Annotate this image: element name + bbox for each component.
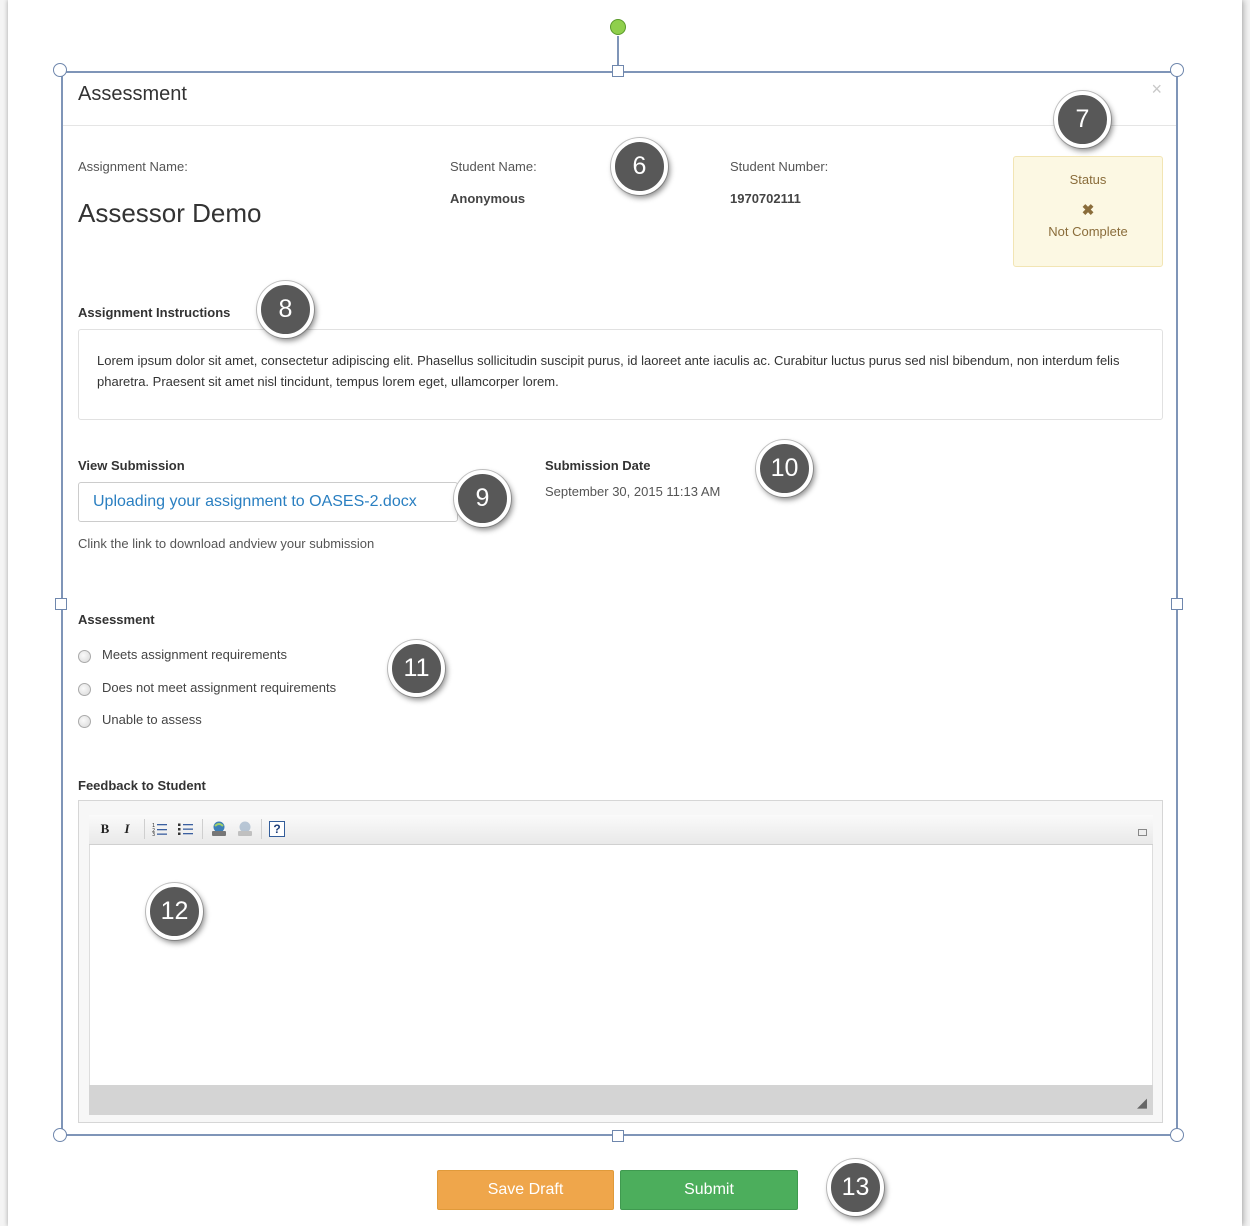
toolbar-divider [144, 819, 145, 839]
radio-button[interactable] [78, 649, 91, 663]
status-title: Status [1069, 172, 1107, 187]
resize-handle-top-right[interactable] [1170, 63, 1184, 77]
feedback-label: Feedback to Student [78, 778, 206, 793]
ordered-list-icon[interactable]: 123 [150, 818, 170, 840]
resize-handle-left[interactable] [55, 598, 67, 610]
status-value: Not Complete [1048, 224, 1128, 239]
collapse-toolbar-icon[interactable] [1138, 829, 1147, 836]
radio-label: Meets assignment requirements [102, 646, 287, 662]
x-mark-icon: ✖ [1081, 202, 1095, 219]
radio-label: Does not meet assignment requirements [102, 679, 337, 695]
close-icon[interactable]: × [1151, 79, 1162, 100]
radio-label: Unable to assess [102, 711, 202, 727]
assessment-option-not-meet[interactable]: Does not meet assignment requirements [78, 676, 336, 698]
assessment-option-meets[interactable]: Meets assignment requirements [78, 643, 287, 665]
callout-8: 8 [257, 281, 314, 338]
rotate-handle[interactable] [610, 19, 626, 35]
editor-statusbar: ◢ [89, 1085, 1153, 1115]
callout-6: 6 [611, 138, 668, 195]
submission-date-label: Submission Date [545, 458, 651, 473]
assessment-modal: Assessment × Assignment Name: Assessor D… [63, 73, 1176, 1134]
assignment-name-label: Assignment Name: [78, 159, 188, 174]
assessment-option-unable[interactable]: Unable to assess [78, 708, 202, 730]
student-name-value: Anonymous [450, 191, 526, 206]
instructions-label: Assignment Instructions [78, 305, 231, 320]
submit-button[interactable]: Submit [620, 1170, 798, 1210]
unordered-list-icon[interactable] [176, 818, 196, 840]
svg-text:3: 3 [152, 832, 155, 836]
resize-handle-right[interactable] [1171, 598, 1183, 610]
toolbar-divider [202, 819, 203, 839]
callout-12: 12 [146, 883, 203, 940]
help-icon[interactable]: ? [267, 818, 287, 840]
status-panel: Status ✖ Not Complete [1013, 156, 1163, 267]
unlink-icon[interactable] [235, 818, 255, 840]
instructions-text: Lorem ipsum dolor sit amet, consectetur … [78, 329, 1163, 420]
callout-10: 10 [756, 440, 813, 497]
resize-handle-top[interactable] [612, 65, 624, 77]
toolbar-divider [261, 819, 262, 839]
student-number-value: 1970702111 [730, 191, 801, 206]
bold-button[interactable]: B [95, 818, 115, 840]
save-draft-button[interactable]: Save Draft [437, 1170, 614, 1210]
radio-button[interactable] [78, 682, 91, 696]
student-name-label: Student Name: [450, 159, 537, 174]
modal-title: Assessment [78, 83, 187, 105]
submission-link-field[interactable]: Uploading your assignment to OASES-2.doc… [78, 482, 458, 522]
callout-11: 11 [388, 640, 445, 697]
resize-handle-bottom-right[interactable] [1170, 1128, 1184, 1142]
feedback-editor: B I 123 ? ◢ [78, 800, 1163, 1123]
submission-date-value: September 30, 2015 11:13 AM [545, 484, 721, 499]
radio-button[interactable] [78, 714, 91, 728]
callout-7: 7 [1054, 91, 1111, 148]
student-number-label: Student Number: [730, 159, 829, 174]
assessment-label: Assessment [78, 612, 155, 627]
callout-13: 13 [827, 1159, 884, 1216]
help-glyph: ? [269, 821, 285, 837]
submission-link[interactable]: Uploading your assignment to OASES-2.doc… [93, 493, 417, 510]
resize-grip-icon[interactable]: ◢ [1137, 1095, 1147, 1111]
resize-handle-bottom-left[interactable] [53, 1128, 67, 1142]
resize-handle-top-left[interactable] [53, 63, 67, 77]
feedback-textarea[interactable] [89, 845, 1153, 1085]
callout-9: 9 [454, 470, 511, 527]
italic-button[interactable]: I [117, 818, 137, 840]
rotate-handle-stem [617, 36, 619, 66]
assignment-name-value: Assessor Demo [78, 198, 262, 228]
view-submission-label: View Submission [78, 458, 185, 473]
insert-link-icon[interactable] [209, 818, 229, 840]
submission-help-text: Clink the link to download andview your … [78, 536, 375, 551]
modal-header: Assessment × [63, 73, 1176, 126]
editor-toolbar: B I 123 ? [89, 815, 1153, 845]
resize-handle-bottom[interactable] [612, 1130, 624, 1142]
